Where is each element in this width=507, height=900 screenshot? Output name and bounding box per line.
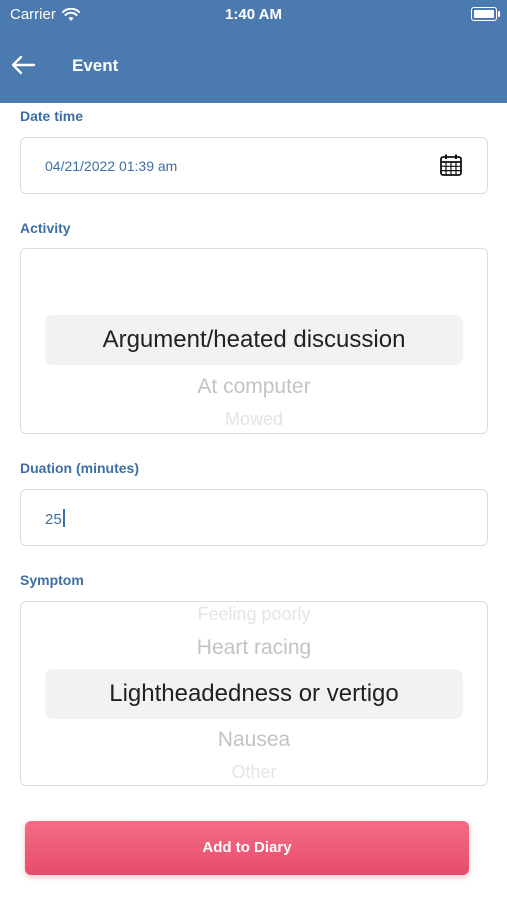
activity-option[interactable]: At computer bbox=[21, 375, 487, 399]
text-cursor bbox=[62, 509, 65, 527]
calendar-icon[interactable] bbox=[439, 153, 463, 177]
symptom-option[interactable]: Heart racing bbox=[21, 636, 487, 660]
symptom-option[interactable]: Other bbox=[21, 762, 487, 783]
symptom-label: Symptom bbox=[20, 572, 84, 588]
page-title: Event bbox=[72, 56, 119, 75]
battery-icon bbox=[471, 7, 500, 21]
activity-label: Activity bbox=[20, 220, 71, 236]
duration-label: Duation (minutes) bbox=[20, 460, 139, 476]
symptom-option[interactable]: Nausea bbox=[21, 728, 487, 752]
activity-picker[interactable]: Argument/heated discussion At computer M… bbox=[20, 248, 488, 434]
symptom-option[interactable]: Feeling poorly bbox=[21, 604, 487, 625]
add-to-diary-button[interactable]: Add to Diary bbox=[25, 821, 469, 875]
duration-input[interactable]: 25 bbox=[20, 489, 488, 546]
date-time-label: Date time bbox=[20, 108, 84, 124]
status-time: 1:40 AM bbox=[225, 6, 282, 23]
symptom-picker[interactable]: Feeling poorly Heart racing Lightheadedn… bbox=[20, 601, 488, 786]
app-header: Carrier 1:40 AM Event bbox=[0, 0, 507, 103]
symptom-selected-option[interactable]: Lightheadedness or vertigo bbox=[45, 669, 463, 719]
date-time-value: 04/21/2022 01:39 am bbox=[45, 158, 178, 174]
back-arrow-icon[interactable] bbox=[10, 54, 36, 76]
date-time-field[interactable]: 04/21/2022 01:39 am bbox=[20, 137, 488, 194]
duration-value: 25 bbox=[45, 511, 62, 528]
activity-option[interactable]: Mowed bbox=[21, 409, 487, 430]
activity-selected-option[interactable]: Argument/heated discussion bbox=[45, 315, 463, 365]
